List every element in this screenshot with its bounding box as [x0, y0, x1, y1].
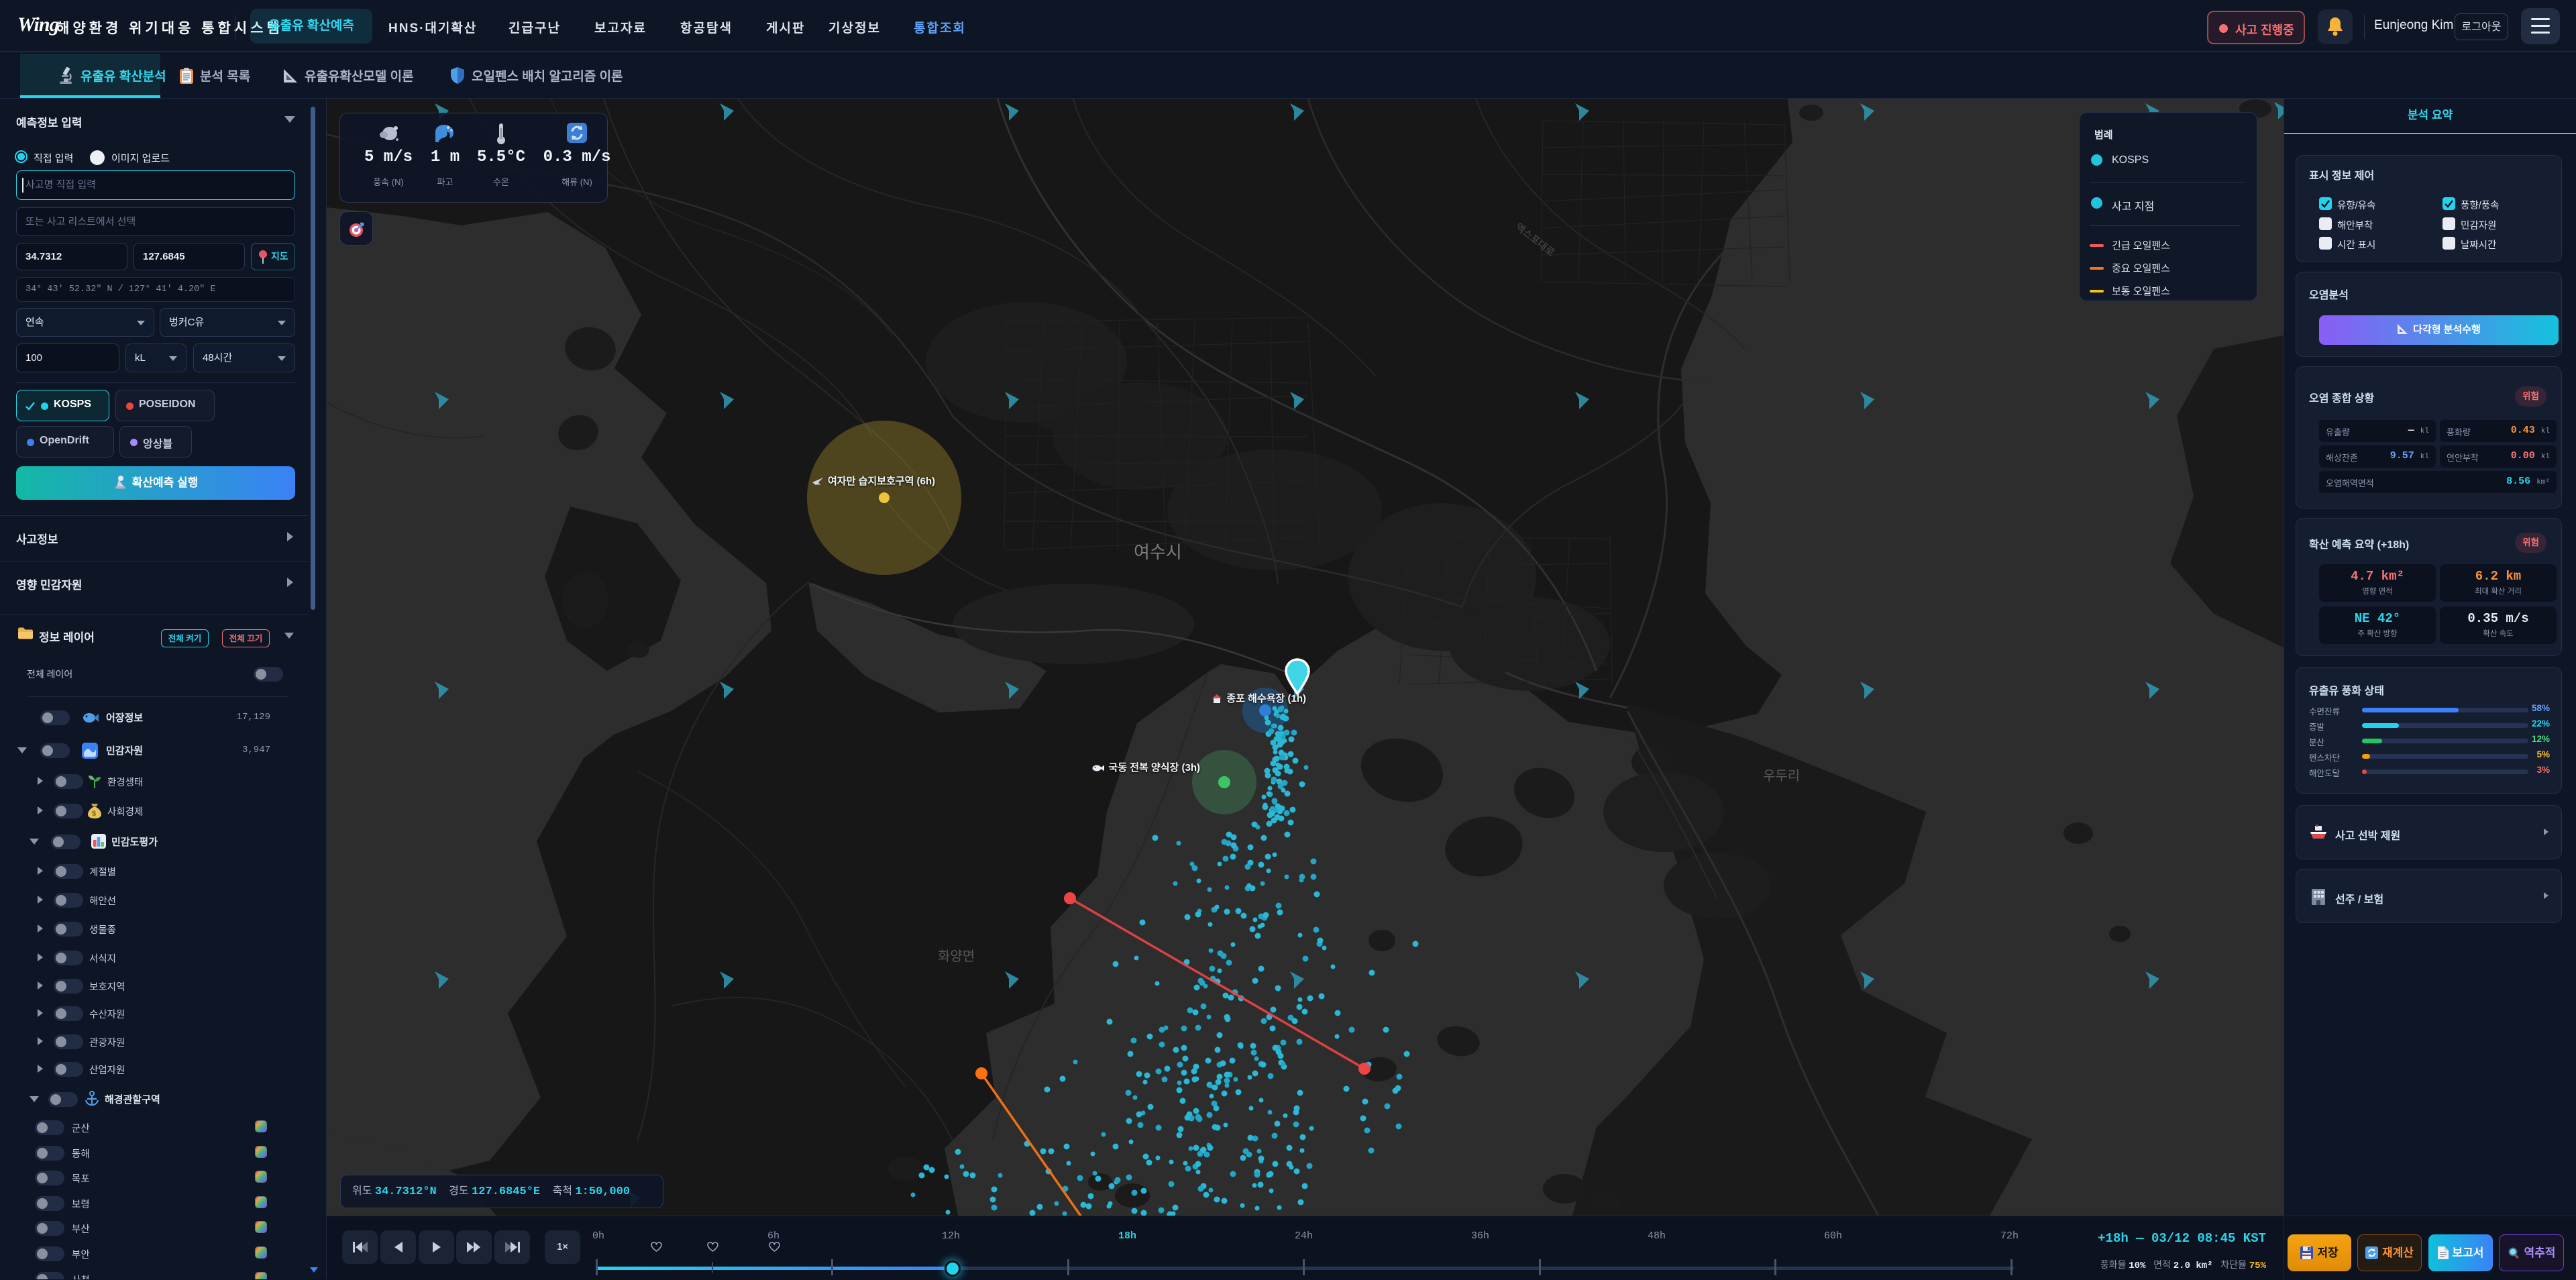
- svg-text:화양면: 화양면: [938, 949, 975, 964]
- svg-text:우두리: 우두리: [1763, 768, 1800, 784]
- svg-text:$: $: [92, 810, 96, 818]
- svg-text:여수시: 여수시: [1134, 542, 1182, 562]
